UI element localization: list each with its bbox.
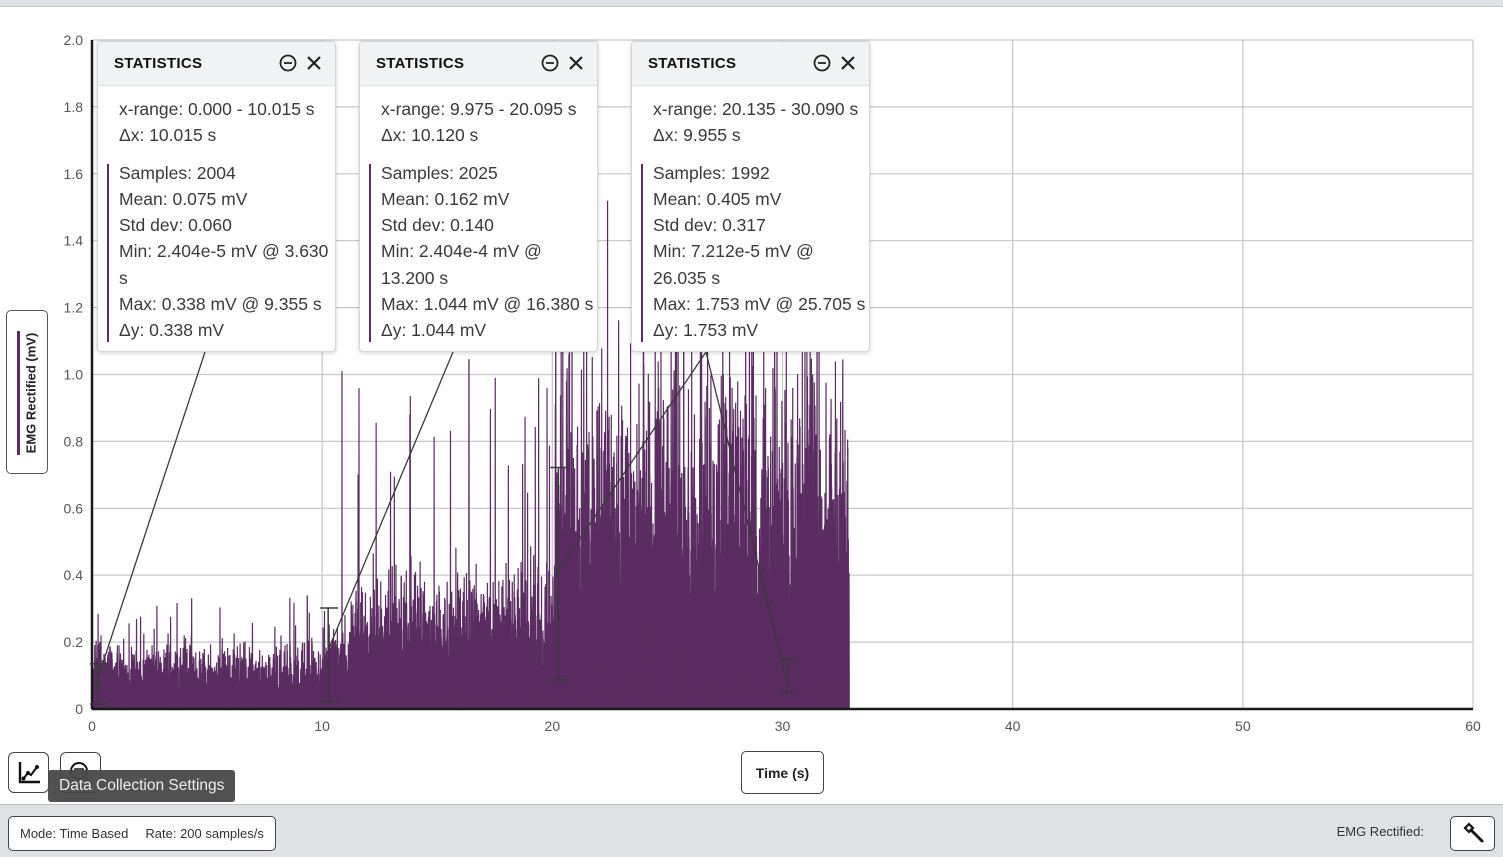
stats-leader-line bbox=[95, 351, 206, 685]
statistics-title: STATISTICS bbox=[376, 55, 465, 72]
sensor-settings-button[interactable] bbox=[1450, 816, 1495, 851]
y-tick-label: 0.6 bbox=[64, 500, 84, 516]
statistics-panel[interactable]: STATISTICS x-range: 0.000 - 10.015 s Δx:… bbox=[97, 41, 336, 352]
x-axis-label: Time (s) bbox=[755, 764, 810, 781]
collapse-icon[interactable] bbox=[813, 54, 831, 72]
series-color-bar bbox=[369, 163, 371, 342]
stat-mean: Mean: 0.075 mV bbox=[119, 188, 248, 209]
stat-max: Max: 0.338 mV @ 9.355 s bbox=[119, 294, 322, 315]
close-icon[interactable] bbox=[305, 54, 323, 72]
y-tick-label: 0.4 bbox=[64, 567, 84, 583]
statistics-panel-header[interactable]: STATISTICS bbox=[360, 42, 597, 86]
y-tick-label: 2.0 bbox=[64, 32, 84, 48]
stat-delta-y: Δy: 1.753 mV bbox=[653, 320, 759, 341]
stat-delta-x: Δx: 9.955 s bbox=[653, 125, 741, 146]
stat-mean: Mean: 0.405 mV bbox=[653, 188, 782, 209]
x-tick-label: 10 bbox=[314, 718, 330, 734]
stat-mean: Mean: 0.162 mV bbox=[381, 188, 510, 209]
stat-x-range: x-range: 9.975 - 20.095 s bbox=[381, 99, 577, 119]
x-tick-label: 60 bbox=[1465, 718, 1481, 734]
stat-max: Max: 1.753 mV @ 25.705 s bbox=[653, 294, 866, 315]
x-tick-label: 20 bbox=[545, 718, 561, 734]
y-tick-label: 1.0 bbox=[64, 367, 84, 383]
x-tick-label: 30 bbox=[775, 718, 791, 734]
stat-min: Min: 2.404e-4 mV @ 13.200 s bbox=[381, 241, 542, 288]
x-tick-label: 50 bbox=[1235, 718, 1251, 734]
y-tick-labels: 0 0.2 0.4 0.6 0.8 1.0 1.2 1.4 1.6 1.8 2.0 bbox=[64, 32, 84, 717]
x-tick-labels: 0 10 20 30 40 50 60 bbox=[88, 718, 1481, 734]
series-color-swatch bbox=[17, 331, 20, 455]
collapse-icon[interactable] bbox=[541, 54, 559, 72]
statistics-panel-header[interactable]: STATISTICS bbox=[98, 42, 335, 86]
series-color-bar bbox=[641, 163, 643, 342]
stat-delta-x: Δx: 10.120 s bbox=[381, 125, 479, 146]
close-icon[interactable] bbox=[567, 54, 585, 72]
stat-samples: Samples: 2004 bbox=[119, 162, 236, 183]
stat-min: Min: 7.212e-5 mV @ 26.035 s bbox=[653, 241, 814, 288]
y-tick-label: 0 bbox=[75, 701, 83, 717]
rate-text: Rate: 200 samples/s bbox=[145, 826, 264, 841]
sensor-label: EMG Rectified: bbox=[1336, 824, 1424, 839]
statistics-title: STATISTICS bbox=[114, 55, 203, 72]
x-tick-label: 0 bbox=[88, 718, 96, 734]
stat-samples: Samples: 1992 bbox=[653, 162, 770, 183]
tooltip: Data Collection Settings bbox=[48, 770, 236, 802]
stat-std-dev: Std dev: 0.060 bbox=[119, 215, 232, 236]
x-tick-label: 40 bbox=[1005, 718, 1021, 734]
y-axis-label: EMG Rectified (mV) bbox=[23, 332, 39, 454]
stat-delta-y: Δy: 1.044 mV bbox=[381, 320, 487, 341]
y-tick-label: 1.4 bbox=[64, 233, 84, 249]
stat-delta-x: Δx: 10.015 s bbox=[119, 125, 217, 146]
graph-options-button[interactable] bbox=[8, 752, 49, 793]
collapse-icon[interactable] bbox=[279, 54, 297, 72]
stat-x-range: x-range: 20.135 - 30.090 s bbox=[653, 99, 859, 119]
stat-x-range: x-range: 0.000 - 10.015 s bbox=[119, 99, 315, 119]
y-tick-label: 0.2 bbox=[64, 634, 84, 650]
close-icon[interactable] bbox=[839, 54, 857, 72]
footer-bar: Mode: Time Based Rate: 200 samples/s EMG… bbox=[0, 804, 1503, 857]
stat-std-dev: Std dev: 0.317 bbox=[653, 215, 766, 236]
stat-delta-y: Δy: 0.338 mV bbox=[119, 320, 225, 341]
stat-max: Max: 1.044 mV @ 16.380 s bbox=[381, 294, 594, 315]
stat-min: Min: 2.404e-5 mV @ 3.630 s bbox=[119, 241, 329, 288]
data-collection-settings-button[interactable]: Mode: Time Based Rate: 200 samples/s bbox=[8, 816, 276, 851]
y-axis-sensor-button[interactable]: EMG Rectified (mV) bbox=[6, 310, 48, 474]
graph-options-icon bbox=[18, 761, 40, 783]
mode-text: Mode: Time Based bbox=[20, 826, 129, 841]
stat-std-dev: Std dev: 0.140 bbox=[381, 215, 494, 236]
statistics-title: STATISTICS bbox=[648, 55, 737, 72]
y-tick-label: 1.2 bbox=[64, 300, 84, 316]
y-tick-label: 0.8 bbox=[64, 433, 84, 449]
y-tick-label: 1.6 bbox=[64, 166, 84, 182]
probe-icon bbox=[1462, 821, 1483, 842]
statistics-panel-header[interactable]: STATISTICS bbox=[632, 42, 869, 86]
stat-samples: Samples: 2025 bbox=[381, 162, 498, 183]
statistics-panel[interactable]: STATISTICS x-range: 9.975 - 20.095 s Δx:… bbox=[359, 41, 598, 352]
y-tick-label: 1.8 bbox=[64, 99, 84, 115]
statistics-panel[interactable]: STATISTICS x-range: 20.135 - 30.090 s Δx… bbox=[631, 41, 870, 352]
series-color-bar bbox=[107, 163, 109, 342]
x-axis-button[interactable]: Time (s) bbox=[741, 751, 824, 794]
